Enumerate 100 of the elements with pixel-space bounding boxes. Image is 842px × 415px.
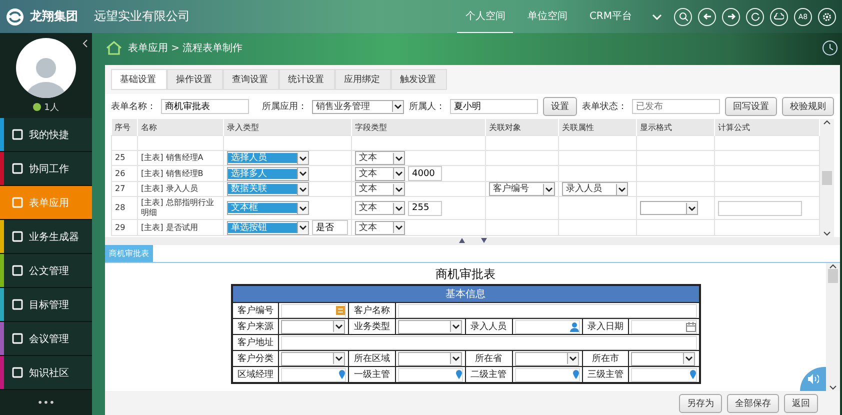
- cloud-icon[interactable]: [770, 8, 788, 26]
- form-input[interactable]: [281, 336, 696, 350]
- chevron-up-icon[interactable]: [829, 263, 837, 269]
- tab[interactable]: 查询设置: [223, 69, 279, 90]
- column-header: 名称: [138, 119, 224, 136]
- menu-item-icon: [12, 163, 23, 174]
- field-type-dropdown[interactable]: 文本: [355, 166, 405, 180]
- scroll-thumb[interactable]: [822, 171, 832, 185]
- app-dropdown[interactable]: 销售业务管理: [312, 100, 404, 114]
- menu-item-icon: [12, 299, 23, 310]
- caret-icon: [297, 222, 308, 233]
- online-count: 1人: [33, 100, 59, 114]
- tab[interactable]: 应用绑定: [335, 69, 391, 90]
- chevron-down-icon[interactable]: [829, 385, 837, 391]
- clock-icon[interactable]: [822, 40, 838, 56]
- form-input[interactable]: [631, 320, 696, 334]
- menu-item-icon: [12, 333, 23, 344]
- caret-icon: [686, 202, 697, 214]
- scrollbar[interactable]: [826, 263, 840, 391]
- tab[interactable]: 统计设置: [279, 69, 335, 90]
- forward-icon[interactable]: [722, 8, 740, 26]
- format-dropdown[interactable]: [640, 201, 698, 215]
- form-dropdown[interactable]: [398, 352, 462, 366]
- link-dropdown[interactable]: 录入人员: [562, 182, 628, 196]
- company-name: 远望实业有限公司: [94, 8, 191, 25]
- form-label: 客户地址: [232, 334, 279, 350]
- link-dropdown[interactable]: 客户编号: [489, 182, 555, 196]
- form-dropdown[interactable]: [631, 352, 696, 366]
- field-type-dropdown[interactable]: 文本: [355, 151, 405, 165]
- input-field[interactable]: 商机审批表: [161, 99, 249, 114]
- input-field[interactable]: 4000: [408, 166, 442, 181]
- input-field[interactable]: 夏小明: [450, 99, 538, 114]
- menu-item-icon: [12, 197, 23, 208]
- caret-icon: [297, 168, 308, 179]
- field-label: 所属应用：: [262, 100, 307, 113]
- menu-item-icon: [12, 231, 23, 242]
- chevron-up-icon[interactable]: [823, 119, 831, 125]
- back-icon[interactable]: [698, 8, 716, 26]
- settings-icon[interactable]: [818, 8, 836, 26]
- tab[interactable]: 基础设置: [111, 69, 167, 90]
- tab[interactable]: 触发设置: [391, 69, 447, 90]
- form-label: 客户名称: [348, 302, 396, 318]
- form-dropdown[interactable]: [398, 320, 462, 334]
- form-dropdown[interactable]: [281, 352, 346, 366]
- breadcrumb: 表单应用 > 流程表单制作: [128, 42, 244, 55]
- input-field[interactable]: 255: [408, 200, 442, 216]
- menu-item-icon: [12, 129, 23, 140]
- caret-icon: [393, 168, 404, 179]
- sidebar-item[interactable]: 业务生成器: [4, 220, 92, 253]
- field-type-dropdown[interactable]: 文本: [355, 201, 405, 215]
- form-input[interactable]: [398, 368, 463, 382]
- triangle-down-icon[interactable]: [480, 238, 486, 243]
- action-button[interactable]: 校验规则: [782, 97, 834, 116]
- caret-icon: [616, 184, 627, 194]
- column-header: 字段类型: [352, 119, 486, 136]
- form-input[interactable]: [514, 320, 580, 334]
- input-field[interactable]: 是否: [312, 220, 348, 235]
- form-label: 所在省: [465, 350, 512, 366]
- triangle-up-icon[interactable]: [458, 238, 464, 243]
- form-title: 商机审批表: [436, 266, 496, 283]
- scroll-thumb[interactable]: [828, 269, 838, 283]
- form-label: 所在区域: [348, 350, 396, 366]
- table-cell: [主表] 是否试用: [138, 220, 224, 236]
- sidebar-item[interactable]: 目标管理: [4, 288, 92, 321]
- form-input[interactable]: [398, 304, 696, 318]
- column-header: 关联属性: [558, 119, 636, 136]
- input-field[interactable]: [718, 200, 802, 216]
- search-icon[interactable]: [674, 8, 692, 26]
- footer-button[interactable]: 全部保存: [727, 394, 779, 412]
- sidebar-item[interactable]: 我的快捷: [4, 118, 92, 151]
- form-dropdown[interactable]: [514, 352, 579, 366]
- home-icon[interactable]: [106, 41, 122, 55]
- form-input[interactable]: [514, 368, 580, 382]
- tab[interactable]: 操作设置: [167, 69, 223, 90]
- input-field[interactable]: 已发布: [632, 99, 720, 114]
- footer-button[interactable]: 另存为: [679, 394, 722, 412]
- sidebar-item[interactable]: 协同工作: [4, 152, 92, 185]
- more-menu[interactable]: •••: [0, 398, 92, 409]
- sidebar-item[interactable]: 公文管理: [4, 254, 92, 287]
- field-type-dropdown[interactable]: 文本: [355, 182, 405, 196]
- form-input[interactable]: [281, 304, 346, 318]
- caret-icon: [297, 202, 308, 214]
- action-button[interactable]: 回写设置: [725, 97, 777, 116]
- field-type-dropdown[interactable]: 文本: [355, 220, 405, 234]
- refresh-icon[interactable]: [746, 8, 764, 26]
- nav-tab[interactable]: CRM平台: [581, 0, 640, 34]
- collapse-icon[interactable]: [82, 39, 88, 48]
- menu-item-icon: [12, 265, 23, 276]
- scrollbar[interactable]: [820, 119, 834, 237]
- person-icon: [570, 322, 579, 332]
- sidebar-item[interactable]: 会议管理: [4, 322, 92, 355]
- form-dropdown[interactable]: [281, 320, 346, 334]
- form-input[interactable]: [631, 368, 696, 382]
- section-header: 基本信息: [232, 285, 700, 302]
- sidebar-item[interactable]: 知识社区: [4, 356, 92, 389]
- footer-button[interactable]: 返回: [784, 394, 818, 412]
- form-input[interactable]: [281, 368, 346, 382]
- chevron-down-icon[interactable]: [823, 231, 831, 237]
- pin-icon: [690, 370, 696, 379]
- set-button[interactable]: 设置: [543, 97, 577, 116]
